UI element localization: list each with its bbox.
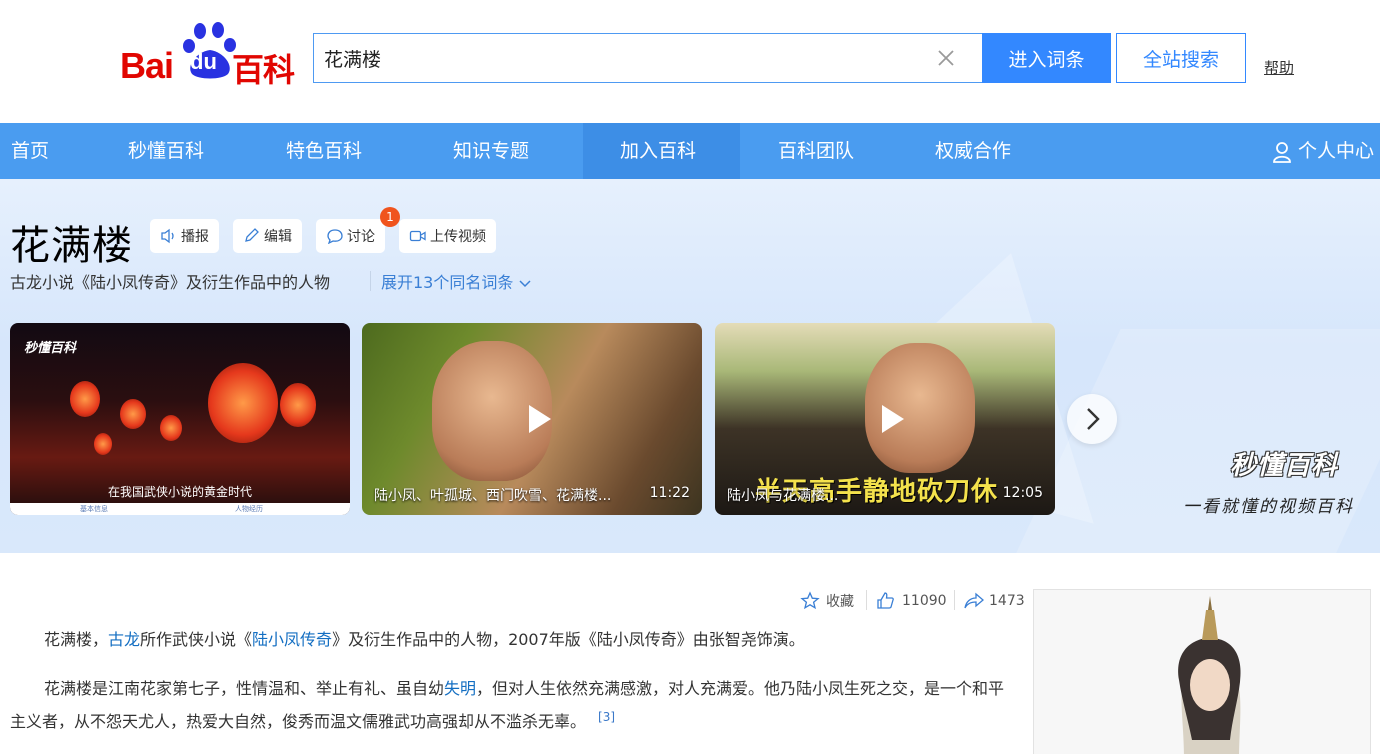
divider bbox=[370, 271, 371, 291]
text: 所作武侠小说《 bbox=[140, 630, 253, 649]
share-icon bbox=[964, 592, 984, 609]
miaodong-slogan: 一看就懂的视频百科 bbox=[1183, 497, 1354, 517]
video-title: 陆小凤与花满楼... bbox=[727, 488, 839, 504]
nav-item-featured[interactable]: 特色百科 bbox=[286, 123, 362, 179]
lantern bbox=[208, 363, 278, 443]
help-link[interactable]: 帮助 bbox=[1264, 57, 1294, 78]
carousel-next-button[interactable] bbox=[1067, 394, 1117, 444]
miaodong-baike-logo: 秒懂百科 bbox=[1230, 451, 1339, 481]
expand-homonyms-label: 展开13个同名词条 bbox=[381, 273, 514, 292]
summary-paragraph: 花满楼，古龙所作武侠小说《陆小凤传奇》及衍生作品中的人物，2007年版《陆小凤传… bbox=[10, 626, 1010, 654]
summary-paragraph: 花满楼是江南花家第七子，性情温和、举止有礼、虽自幼失明，但对人生依然充满感激，对… bbox=[10, 675, 1010, 736]
play-icon bbox=[882, 405, 904, 433]
text: 花满楼， bbox=[44, 630, 109, 649]
chevron-right-icon bbox=[1087, 408, 1100, 430]
logo-baike-text: 百科 bbox=[232, 51, 295, 89]
favorite-label: 收藏 bbox=[826, 594, 854, 610]
favorite-button[interactable]: 收藏 bbox=[800, 591, 854, 611]
video-card[interactable]: 陆小凤、叶孤城、西门吹雪、花满楼... 11:22 bbox=[362, 323, 702, 515]
upload-video-button[interactable]: 上传视频 bbox=[399, 219, 496, 253]
nav-item-home[interactable]: 首页 bbox=[11, 123, 49, 179]
nav-item-miaodong[interactable]: 秒懂百科 bbox=[128, 123, 204, 179]
like-button[interactable]: 11090 bbox=[876, 591, 947, 611]
lantern bbox=[94, 433, 112, 455]
video-caption-bar: 陆小凤、叶孤城、西门吹雪、花满楼... 11:22 bbox=[362, 485, 702, 505]
enter-entry-button[interactable]: 进入词条 bbox=[982, 33, 1111, 83]
user-center-label: 个人中心 bbox=[1298, 140, 1375, 162]
star-icon bbox=[800, 591, 820, 610]
nav-item-topics[interactable]: 知识专题 bbox=[453, 123, 529, 179]
video-caption: 在我国武侠小说的黄金时代 bbox=[107, 485, 252, 499]
header: Bai du 百科 进入词条 全站搜索 帮助 bbox=[0, 0, 1380, 123]
logo-bai-text: Bai bbox=[120, 45, 174, 86]
video-watermark: 秒懂百科 bbox=[24, 341, 77, 356]
reference-link[interactable]: [3] bbox=[598, 710, 615, 724]
entry-title: 花满楼 bbox=[10, 223, 133, 269]
pencil-icon bbox=[245, 228, 259, 242]
video-icon bbox=[409, 230, 426, 242]
speaker-icon bbox=[161, 228, 174, 244]
lantern bbox=[120, 399, 146, 429]
chevron-down-icon bbox=[519, 280, 531, 288]
discuss-count-badge: 1 bbox=[380, 207, 400, 227]
logo-du-text: du bbox=[190, 49, 217, 74]
main-nav: 首页 秒懂百科 特色百科 知识专题 加入百科 百科团队 权威合作 个人中心 bbox=[0, 123, 1380, 179]
nav-item-user-center[interactable]: 个人中心 bbox=[1272, 123, 1374, 179]
video-footer-right: 人物经历 bbox=[235, 505, 263, 513]
video-duration: 12:05 bbox=[1002, 485, 1043, 501]
video-footer-left: 基本信息 bbox=[80, 505, 108, 513]
broadcast-button[interactable]: 播报 bbox=[150, 219, 219, 253]
play-icon bbox=[529, 405, 551, 433]
nav-item-team[interactable]: 百科团队 bbox=[778, 123, 854, 179]
entry-hero: 花满楼 播报 编辑 讨论 1 上传视频 古龙小说《陆小凤传奇》及衍生作品中的人物… bbox=[0, 179, 1380, 553]
share-button[interactable]: 1473 bbox=[963, 591, 1025, 611]
divider bbox=[866, 590, 867, 610]
thumbs-up-icon bbox=[877, 592, 894, 609]
video-card[interactable]: 秒懂百科 在我国武侠小说的黄金时代 基本信息 人物经历 bbox=[10, 323, 350, 515]
portrait-illustration bbox=[1178, 596, 1241, 754]
lantern bbox=[70, 381, 100, 417]
site-search-button[interactable]: 全站搜索 bbox=[1116, 33, 1246, 83]
broadcast-label: 播报 bbox=[181, 229, 209, 245]
like-count: 11090 bbox=[902, 593, 947, 609]
expand-homonyms-link[interactable]: 展开13个同名词条 bbox=[381, 269, 532, 293]
lantern bbox=[160, 415, 182, 441]
search-box bbox=[313, 33, 982, 83]
link-luxiaofeng-legend[interactable]: 陆小凤传奇 bbox=[252, 630, 332, 649]
edit-label: 编辑 bbox=[264, 229, 292, 245]
video-title: 陆小凤、叶孤城、西门吹雪、花满楼... bbox=[374, 488, 612, 504]
nav-item-join[interactable]: 加入百科 bbox=[620, 123, 696, 179]
comment-icon bbox=[327, 229, 343, 244]
discuss-button[interactable]: 讨论 bbox=[316, 219, 385, 253]
entry-portrait-image[interactable] bbox=[1033, 589, 1371, 754]
edit-button[interactable]: 编辑 bbox=[233, 219, 302, 253]
upload-video-label: 上传视频 bbox=[430, 229, 486, 245]
lantern bbox=[280, 383, 316, 427]
video-footer: 基本信息 人物经历 bbox=[10, 503, 350, 515]
baidu-baike-logo[interactable]: Bai du 百科 bbox=[118, 22, 300, 89]
text: 花满楼是江南花家第七子，性情温和、举止有礼、虽自幼 bbox=[44, 679, 445, 698]
link-blindness[interactable]: 失明 bbox=[444, 679, 476, 698]
text: 》及衍生作品中的人物，2007年版《陆小凤传奇》由张智尧饰演。 bbox=[332, 630, 805, 649]
clear-icon[interactable] bbox=[934, 46, 958, 70]
video-caption-bar: 陆小凤与花满楼... 12:05 bbox=[715, 485, 1055, 505]
video-duration: 11:22 bbox=[649, 485, 690, 501]
link-gulong[interactable]: 古龙 bbox=[108, 630, 140, 649]
divider bbox=[954, 590, 955, 610]
discuss-label: 讨论 bbox=[347, 229, 375, 245]
share-count: 1473 bbox=[989, 593, 1025, 609]
user-icon bbox=[1273, 141, 1291, 163]
video-card[interactable]: 半天高手静地砍刀休 陆小凤与花满楼... 12:05 bbox=[715, 323, 1055, 515]
entry-subtitle: 古龙小说《陆小凤传奇》及衍生作品中的人物 bbox=[10, 273, 331, 292]
nav-item-cooperation[interactable]: 权威合作 bbox=[935, 123, 1011, 179]
search-input[interactable] bbox=[324, 42, 934, 74]
